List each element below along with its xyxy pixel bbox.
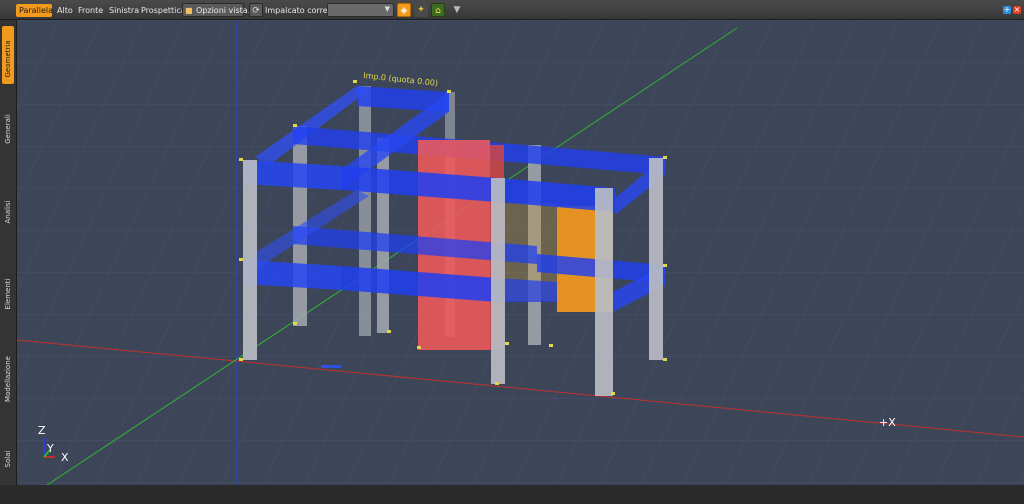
lock-icon[interactable]: ◈: [397, 3, 411, 17]
side-tab-analisi[interactable]: Analisi: [2, 185, 14, 230]
view-options-label: Opzioni vista...: [196, 6, 256, 15]
column[interactable]: [243, 160, 257, 360]
home-icon[interactable]: ⌂: [431, 3, 445, 17]
add-icon[interactable]: +: [1003, 6, 1011, 14]
side-panel-tabs: Geometria Generali Analisi Elementi Mode…: [0, 20, 17, 485]
close-icon[interactable]: ×: [1013, 6, 1021, 14]
svg-text:X: X: [61, 451, 69, 464]
svg-text:Z: Z: [38, 424, 46, 437]
svg-text:Y: Y: [46, 442, 54, 455]
side-tab-solai[interactable]: Solai: [2, 435, 14, 475]
tab-parallela[interactable]: Parallela: [16, 4, 53, 17]
chevron-down-icon: ▼: [384, 5, 390, 13]
3d-viewport[interactable]: +X Imp.0 (quota 0.00) Z Y X: [17, 20, 1024, 485]
side-tab-geometria[interactable]: Geometria: [2, 26, 14, 84]
side-tab-generali[interactable]: Generali: [2, 100, 14, 150]
column[interactable]: [359, 86, 371, 336]
orbit-icon[interactable]: ⟳: [249, 3, 263, 17]
column[interactable]: [595, 188, 613, 396]
top-toolbar: Parallela Alto Fronte Sinistra Prospetti…: [0, 0, 1024, 20]
side-tab-elementi[interactable]: Elementi: [2, 265, 14, 315]
tab-fronte[interactable]: Fronte: [75, 4, 103, 17]
tab-alto[interactable]: Alto: [54, 4, 74, 17]
column[interactable]: [649, 158, 663, 360]
view-options-icon: ■: [185, 6, 193, 15]
viewport-canvas[interactable]: +X Imp.0 (quota 0.00) Z Y X: [17, 20, 1024, 485]
pin-icon[interactable]: ▼: [450, 3, 464, 17]
column[interactable]: [491, 178, 505, 384]
origin-marker: [321, 365, 341, 368]
axis-x-label: +X: [879, 416, 896, 429]
current-floor-select[interactable]: ▼: [327, 3, 394, 17]
tab-sinistra[interactable]: Sinistra: [106, 4, 139, 17]
current-floor-label: Impalcato corrente:: [265, 6, 344, 15]
beam[interactable]: [497, 278, 557, 302]
side-tab-modellazione[interactable]: Modellazione: [2, 340, 14, 410]
tab-prospettica[interactable]: Prospettica: [138, 4, 186, 17]
wrench-icon[interactable]: ✦: [414, 3, 428, 17]
view-options-button[interactable]: ■ Opzioni vista...: [182, 3, 255, 17]
